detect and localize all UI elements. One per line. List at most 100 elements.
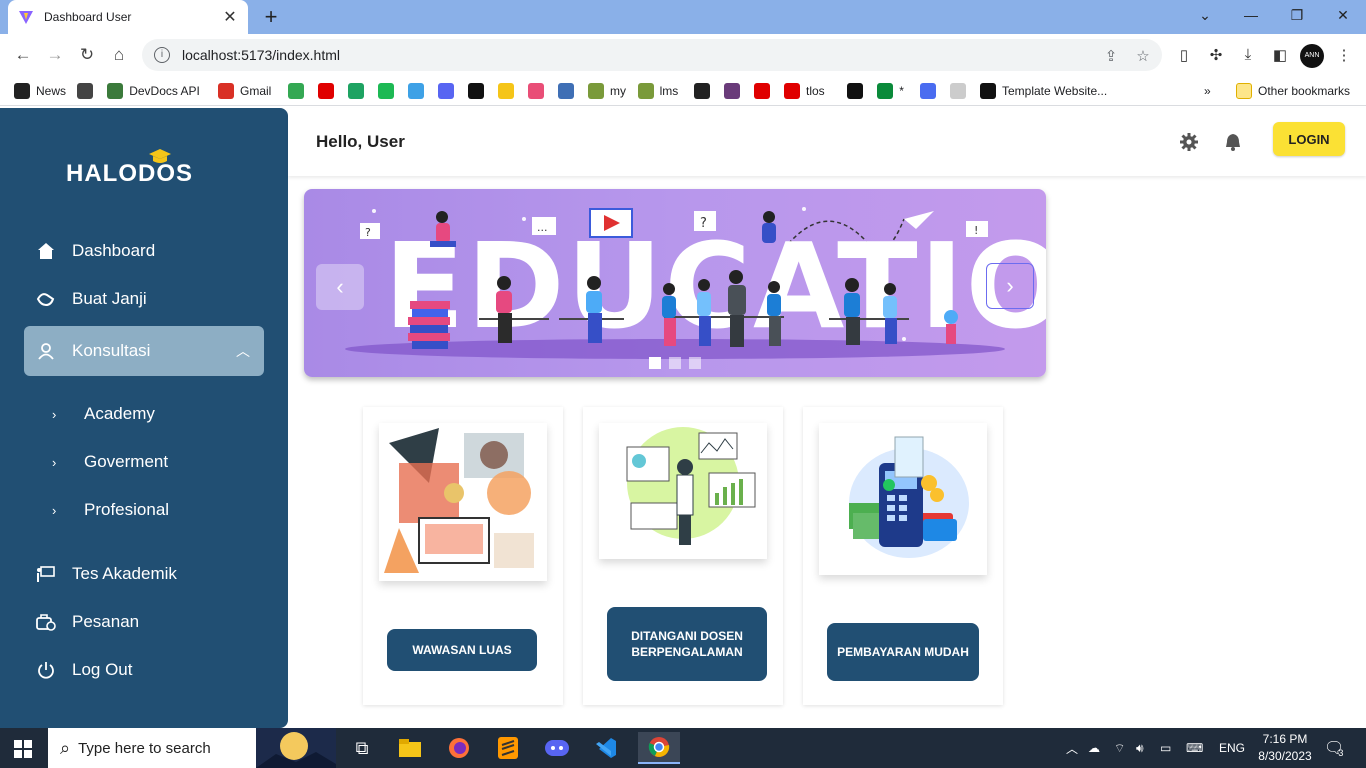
education-carousel: ? ... ? ! EDUCATION ‹ ›: [304, 189, 1046, 377]
carousel-next-button[interactable]: ›: [986, 263, 1034, 309]
submenu-item-goverment[interactable]: › Goverment: [52, 447, 168, 477]
sidebar-item-pesanan[interactable]: Pesanan: [24, 602, 264, 642]
address-bar[interactable]: i localhost:5173/index.html ⇪ ☆: [142, 39, 1162, 71]
bookmark-item[interactable]: [378, 82, 400, 100]
bookmark-item[interactable]: Gmail: [218, 82, 271, 100]
bookmark-favicon-icon: [637, 83, 654, 99]
minimize-button[interactable]: —: [1228, 0, 1274, 30]
sublime-text-icon[interactable]: [492, 732, 524, 764]
reload-icon[interactable]: ↻: [74, 42, 100, 68]
feature-card-dosen: DITANGANI DOSEN BERPENGALAMAN: [583, 407, 783, 705]
chrome-icon[interactable]: [638, 732, 680, 764]
taskbar-search-box[interactable]: ⌕ Type here to search: [48, 728, 336, 768]
bookmark-label: Gmail: [240, 84, 272, 98]
close-tab-icon[interactable]: ✕: [222, 7, 238, 27]
bookmark-item[interactable]: *: [877, 82, 904, 100]
tab-search-icon[interactable]: ⌄: [1182, 0, 1228, 30]
windows-start-icon[interactable]: [14, 740, 32, 758]
bookmark-item[interactable]: [847, 82, 869, 100]
bookmark-item[interactable]: [318, 82, 340, 100]
bookmark-item[interactable]: [498, 82, 520, 100]
bookmark-item[interactable]: [408, 82, 430, 100]
bookmark-item[interactable]: News: [14, 82, 66, 100]
other-bookmarks-folder[interactable]: Other bookmarks: [1236, 82, 1350, 100]
firefox-icon[interactable]: [443, 732, 475, 764]
submenu-item-academy[interactable]: › Academy: [52, 399, 155, 429]
site-info-icon[interactable]: i: [154, 47, 170, 63]
bookmark-favicon-icon: [877, 83, 894, 99]
touch-keyboard-icon[interactable]: ⌨: [1186, 728, 1203, 768]
task-view-icon[interactable]: ⧉: [346, 732, 378, 764]
submenu-item-label: Goverment: [84, 452, 169, 471]
dosen-berpengalaman-button[interactable]: DITANGANI DOSEN BERPENGALAMAN: [607, 607, 767, 681]
bookmark-item[interactable]: [694, 82, 716, 100]
show-hidden-icons-icon[interactable]: ︿: [1066, 728, 1078, 768]
bookmark-item[interactable]: [438, 82, 460, 100]
bookmark-item[interactable]: my: [588, 82, 626, 100]
carousel-prev-button[interactable]: ‹: [316, 264, 364, 310]
browser-tab-active[interactable]: Dashboard User ✕: [8, 0, 248, 34]
bookmark-item[interactable]: [348, 82, 370, 100]
halodos-logo[interactable]: HALODOS: [66, 160, 193, 188]
discord-icon[interactable]: [541, 732, 573, 764]
more-menu-icon[interactable]: ⋮: [1334, 46, 1354, 66]
sidebar-item-tes-akademik[interactable]: Tes Akademik: [24, 554, 264, 594]
system-clock[interactable]: 7:16 PM 8/30/2023: [1250, 731, 1320, 765]
sidebar-item-logout[interactable]: Log Out: [24, 650, 264, 690]
sidebar: HALODOS Dashboard Buat Janji Konsultasi …: [0, 108, 288, 728]
bookmark-item[interactable]: tlos: [784, 82, 825, 100]
home-icon[interactable]: ⌂: [106, 42, 132, 68]
bookmark-item[interactable]: [468, 82, 490, 100]
bookmark-star-icon[interactable]: ☆: [1134, 47, 1152, 65]
carousel-indicator-2[interactable]: [669, 357, 681, 369]
students-illustration: [408, 211, 958, 349]
bookmark-item[interactable]: DevDocs API: [107, 82, 200, 100]
share-icon[interactable]: ⇪: [1102, 47, 1120, 65]
bookmark-favicon-icon: [438, 83, 454, 99]
battery-icon[interactable]: ▭: [1160, 728, 1171, 768]
volume-icon[interactable]: 🔊︎: [1136, 728, 1144, 768]
bookmarks-overflow-button[interactable]: »: [1204, 82, 1211, 100]
bookmark-item[interactable]: [77, 82, 99, 100]
bookmark-item[interactable]: [558, 82, 580, 100]
back-arrow-icon[interactable]: ←: [10, 42, 36, 68]
notification-bell-icon[interactable]: [1223, 132, 1243, 152]
language-indicator[interactable]: ENG: [1219, 728, 1245, 768]
profile-avatar[interactable]: ANN: [1300, 44, 1324, 68]
forward-arrow-icon[interactable]: →: [42, 42, 68, 68]
carousel-indicator-1[interactable]: [649, 357, 661, 369]
extension-reader-icon[interactable]: ▯: [1174, 46, 1194, 66]
chevron-right-icon: ›: [52, 406, 57, 422]
wawasan-luas-button[interactable]: WAWASAN LUAS: [387, 629, 537, 671]
vscode-icon[interactable]: [590, 732, 622, 764]
sidebar-item-buat-janji[interactable]: Buat Janji: [24, 279, 264, 319]
settings-gear-icon[interactable]: [1179, 132, 1199, 152]
file-explorer-icon[interactable]: [394, 732, 426, 764]
download-icon[interactable]: ⤓: [1238, 46, 1258, 66]
bookmark-item[interactable]: [920, 82, 942, 100]
bookmark-item[interactable]: [724, 82, 746, 100]
pembayaran-mudah-button[interactable]: PEMBAYARAN MUDAH: [827, 623, 979, 681]
sidebar-item-konsultasi[interactable]: Konsultasi ︿: [24, 326, 264, 376]
restore-button[interactable]: ❐: [1274, 0, 1320, 30]
close-window-button[interactable]: ✕: [1320, 0, 1366, 30]
bookmark-label: DevDocs API: [129, 84, 200, 98]
new-tab-button[interactable]: +: [258, 4, 284, 30]
url-text: localhost:5173/index.html: [182, 47, 340, 63]
submenu-item-profesional[interactable]: › Profesional: [52, 495, 169, 525]
bookmark-favicon-icon: [14, 83, 30, 99]
side-panel-icon[interactable]: ◧: [1270, 46, 1290, 66]
bookmark-item[interactable]: [288, 82, 310, 100]
extensions-puzzle-icon[interactable]: ✣: [1206, 46, 1226, 66]
notification-center-icon[interactable]: 🗨︎ 3: [1324, 728, 1344, 768]
network-icon[interactable]: ⌔: [1114, 728, 1125, 768]
onedrive-cloud-icon[interactable]: ☁: [1088, 728, 1100, 768]
bookmark-item[interactable]: Template Website...: [980, 82, 1107, 100]
bookmark-item[interactable]: [950, 82, 972, 100]
bookmark-item[interactable]: lms: [637, 82, 678, 100]
login-button[interactable]: LOGIN: [1273, 122, 1345, 156]
carousel-indicator-3[interactable]: [689, 357, 701, 369]
bookmark-item[interactable]: [528, 82, 550, 100]
sidebar-item-dashboard[interactable]: Dashboard: [24, 231, 264, 271]
bookmark-item[interactable]: [754, 82, 776, 100]
